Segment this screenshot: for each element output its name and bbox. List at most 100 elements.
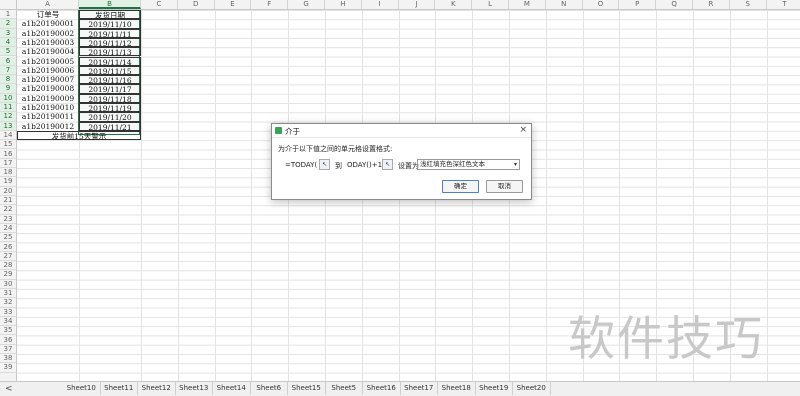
date-cell[interactable]: 2019/11/17 xyxy=(79,84,141,94)
order-cell[interactable]: a1b20190008 xyxy=(17,84,79,93)
range-select-icon[interactable]: ↖ xyxy=(319,159,330,170)
order-cell[interactable]: a1b20190010 xyxy=(17,103,79,112)
column-header-s[interactable]: S xyxy=(730,0,767,9)
row-header-27[interactable]: 27 xyxy=(0,252,16,262)
date-cell[interactable]: 2019/11/12 xyxy=(79,37,141,48)
row-header-7[interactable]: 7 xyxy=(0,65,16,76)
column-header-b[interactable]: B xyxy=(79,0,141,9)
row-header-18[interactable]: 18 xyxy=(0,168,16,178)
upper-value-field[interactable]: ODAY()+15 xyxy=(347,160,383,170)
sheet-tab[interactable]: Sheet14 xyxy=(213,382,251,395)
row-header-15[interactable]: 15 xyxy=(0,140,16,150)
order-cell[interactable]: a1b20190001 xyxy=(17,19,79,28)
header-cell-date[interactable]: 发货日期 xyxy=(79,10,141,20)
date-cell[interactable]: 2019/11/21 xyxy=(79,121,141,132)
row-header-28[interactable]: 28 xyxy=(0,261,16,271)
sheet-tab[interactable]: Sheet6 xyxy=(251,382,288,395)
column-header-f[interactable]: F xyxy=(251,0,289,9)
row-header-5[interactable]: 5 xyxy=(0,47,16,57)
column-header-a[interactable]: A xyxy=(17,0,79,9)
format-select[interactable]: 浅红填充色深红色文本 ▾ xyxy=(417,159,520,170)
tab-prev-icon[interactable]: < xyxy=(5,384,13,394)
sheet-tab[interactable]: Sheet19 xyxy=(476,382,513,395)
sheet-tab[interactable]: Sheet15 xyxy=(288,382,326,395)
select-all-corner[interactable] xyxy=(0,0,17,9)
sheet-tab[interactable]: Sheet10 xyxy=(63,382,101,395)
column-header-t[interactable]: T xyxy=(767,0,800,9)
row-header-4[interactable]: 4 xyxy=(0,37,16,48)
date-cell[interactable]: 2019/11/13 xyxy=(79,47,141,57)
column-header-k[interactable]: K xyxy=(435,0,473,9)
order-cell[interactable]: a1b20190007 xyxy=(17,75,79,84)
row-header-19[interactable]: 19 xyxy=(0,177,16,187)
column-header-q[interactable]: Q xyxy=(656,0,693,9)
ok-button[interactable]: 确定 xyxy=(442,180,479,193)
sheet-tab[interactable]: Sheet13 xyxy=(176,382,213,395)
date-cell[interactable]: 2019/11/18 xyxy=(79,93,141,104)
row-header-21[interactable]: 21 xyxy=(0,196,16,206)
row-header-20[interactable]: 20 xyxy=(0,187,16,196)
row-header-36[interactable]: 36 xyxy=(0,336,16,345)
column-header-n[interactable]: N xyxy=(546,0,583,9)
column-header-g[interactable]: G xyxy=(288,0,325,9)
date-cell[interactable]: 2019/11/10 xyxy=(79,19,141,29)
row-header-32[interactable]: 32 xyxy=(0,298,16,308)
column-header-r[interactable]: R xyxy=(693,0,730,9)
row-header-25[interactable]: 25 xyxy=(0,233,16,243)
row-header-24[interactable]: 24 xyxy=(0,224,16,234)
row-header-39[interactable]: 39 xyxy=(0,363,16,373)
order-cell[interactable]: a1b20190012 xyxy=(17,122,79,131)
row-header-12[interactable]: 12 xyxy=(0,112,16,122)
row-header-17[interactable]: 17 xyxy=(0,159,16,169)
row-header-1[interactable]: 1 xyxy=(0,10,16,20)
column-header-i[interactable]: I xyxy=(362,0,399,9)
order-cell[interactable]: a1b20190003 xyxy=(17,38,79,47)
column-header-h[interactable]: H xyxy=(325,0,362,9)
row-header-11[interactable]: 11 xyxy=(0,103,16,113)
row-header-9[interactable]: 9 xyxy=(0,84,16,94)
date-cell[interactable]: 2019/11/20 xyxy=(79,112,141,122)
row-header-37[interactable]: 37 xyxy=(0,345,16,355)
row-header-16[interactable]: 16 xyxy=(0,150,16,159)
row-header-6[interactable]: 6 xyxy=(0,56,16,66)
row-header-35[interactable]: 35 xyxy=(0,326,16,336)
row-header-14[interactable]: 14 xyxy=(0,131,16,141)
column-header-m[interactable]: M xyxy=(509,0,546,9)
row-header-22[interactable]: 22 xyxy=(0,205,16,215)
row-header-3[interactable]: 3 xyxy=(0,28,16,38)
footer-note-cell[interactable]: 发货前15天警示 xyxy=(17,130,141,141)
column-header-d[interactable]: D xyxy=(178,0,215,9)
row-header-26[interactable]: 26 xyxy=(0,243,16,252)
sheet-tab[interactable]: Sheet17 xyxy=(401,382,438,395)
row-header-8[interactable]: 8 xyxy=(0,75,16,85)
cancel-button[interactable]: 取消 xyxy=(486,180,523,193)
column-header-j[interactable]: J xyxy=(399,0,436,9)
sheet-tab[interactable]: Sheet5 xyxy=(326,382,363,395)
row-header-38[interactable]: 38 xyxy=(0,354,16,364)
column-header-o[interactable]: O xyxy=(583,0,620,9)
date-cell[interactable]: 2019/11/15 xyxy=(79,65,141,76)
row-header-13[interactable]: 13 xyxy=(0,121,16,131)
order-cell[interactable]: a1b20190011 xyxy=(17,112,79,121)
column-header-e[interactable]: E xyxy=(215,0,252,9)
sheet-tab[interactable]: Sheet12 xyxy=(138,382,176,395)
column-header-l[interactable]: L xyxy=(472,0,509,9)
sheet-tab[interactable]: Sheet20 xyxy=(513,382,551,395)
order-cell[interactable]: a1b20190005 xyxy=(17,57,79,66)
order-cell[interactable]: a1b20190006 xyxy=(17,66,79,75)
row-header-23[interactable]: 23 xyxy=(0,215,16,224)
date-cell[interactable]: 2019/11/19 xyxy=(79,103,141,113)
header-cell-order[interactable]: 订单号 xyxy=(17,10,79,19)
column-header-p[interactable]: P xyxy=(619,0,657,9)
order-cell[interactable]: a1b20190002 xyxy=(17,29,79,38)
row-header-31[interactable]: 31 xyxy=(0,289,16,299)
column-header-c[interactable]: C xyxy=(141,0,178,9)
row-header-33[interactable]: 33 xyxy=(0,308,16,317)
sheet-tab[interactable]: Sheet18 xyxy=(438,382,476,395)
row-header-10[interactable]: 10 xyxy=(0,93,16,103)
sheet-tab[interactable]: Sheet16 xyxy=(363,382,401,395)
sheet-tab[interactable]: Sheet11 xyxy=(101,382,138,395)
order-cell[interactable]: a1b20190004 xyxy=(17,47,79,56)
order-cell[interactable]: a1b20190009 xyxy=(17,94,79,103)
row-header-2[interactable]: 2 xyxy=(0,19,16,29)
